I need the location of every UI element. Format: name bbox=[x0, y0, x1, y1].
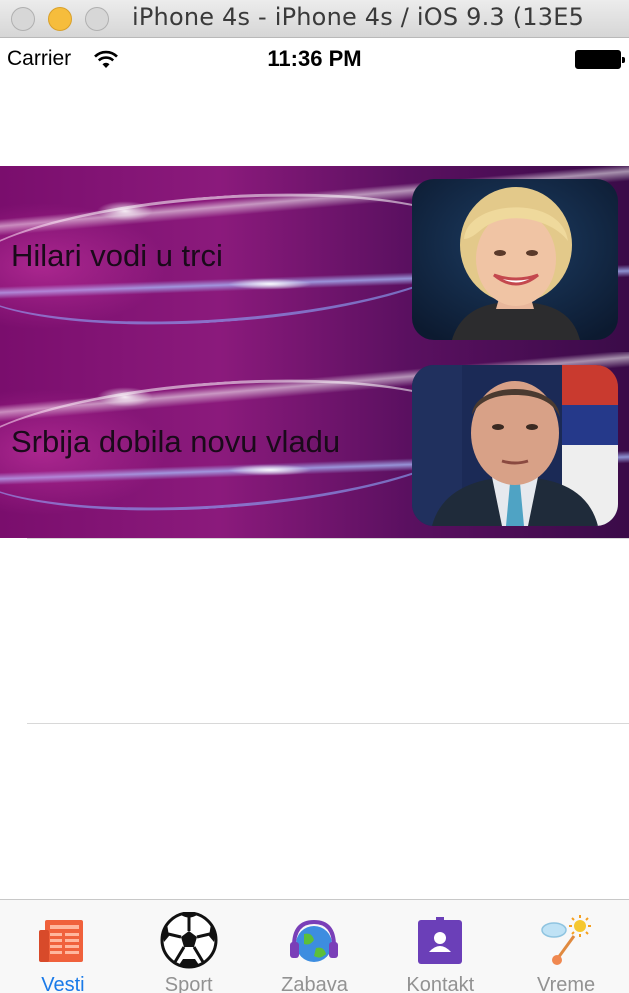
tab-label: Vesti bbox=[41, 974, 85, 993]
photo-man-suit-flag bbox=[412, 365, 618, 526]
tab-vesti[interactable]: Vesti bbox=[0, 900, 126, 993]
status-bar: Carrier 11:36 PM bbox=[0, 38, 629, 80]
tab-label: Vreme bbox=[537, 974, 596, 993]
battery-icon bbox=[575, 50, 625, 69]
news-list[interactable]: Hilari vodi u trci Srbija dobila novu vl… bbox=[0, 166, 629, 724]
simulator-title-bar: iPhone 4s - iPhone 4s / iOS 9.3 (13E5 bbox=[0, 0, 629, 38]
row-separator bbox=[27, 538, 629, 539]
minimize-window-button[interactable] bbox=[48, 6, 72, 31]
tab-sport[interactable]: Sport bbox=[126, 900, 252, 993]
news-row[interactable]: Srbija dobila novu vladu bbox=[0, 352, 629, 538]
globe-headphones-icon bbox=[290, 919, 339, 962]
close-window-button[interactable] bbox=[11, 6, 35, 31]
tab-kontakt[interactable]: Kontakt bbox=[377, 900, 503, 993]
news-title: Hilari vodi u trci bbox=[11, 238, 223, 273]
news-title: Srbija dobila novu vladu bbox=[11, 424, 341, 459]
tab-label: Kontakt bbox=[406, 974, 475, 993]
tab-vreme[interactable]: Vreme bbox=[503, 900, 629, 993]
zoom-window-button[interactable] bbox=[85, 6, 109, 31]
row-separator bbox=[27, 723, 629, 724]
news-row[interactable]: Hilari vodi u trci bbox=[0, 166, 629, 352]
window-controls bbox=[11, 6, 109, 31]
news-thumbnail bbox=[412, 365, 618, 526]
status-time: 11:36 PM bbox=[267, 46, 362, 71]
contact-card-icon bbox=[418, 917, 463, 964]
navigation-bar bbox=[0, 80, 629, 166]
weather-icon bbox=[541, 915, 592, 965]
news-thumbnail bbox=[412, 179, 618, 340]
tab-zabava[interactable]: Zabava bbox=[252, 900, 378, 993]
tab-bar: Vesti Sport Zabava Kontakt Vreme bbox=[0, 899, 629, 993]
newspaper-icon bbox=[38, 920, 83, 962]
window-title: iPhone 4s - iPhone 4s / iOS 9.3 (13E5 bbox=[132, 3, 585, 31]
tab-label: Sport bbox=[164, 974, 213, 993]
soccer-ball-icon bbox=[160, 912, 218, 969]
photo-woman-smiling bbox=[412, 179, 618, 340]
tab-label: Zabava bbox=[281, 974, 348, 993]
